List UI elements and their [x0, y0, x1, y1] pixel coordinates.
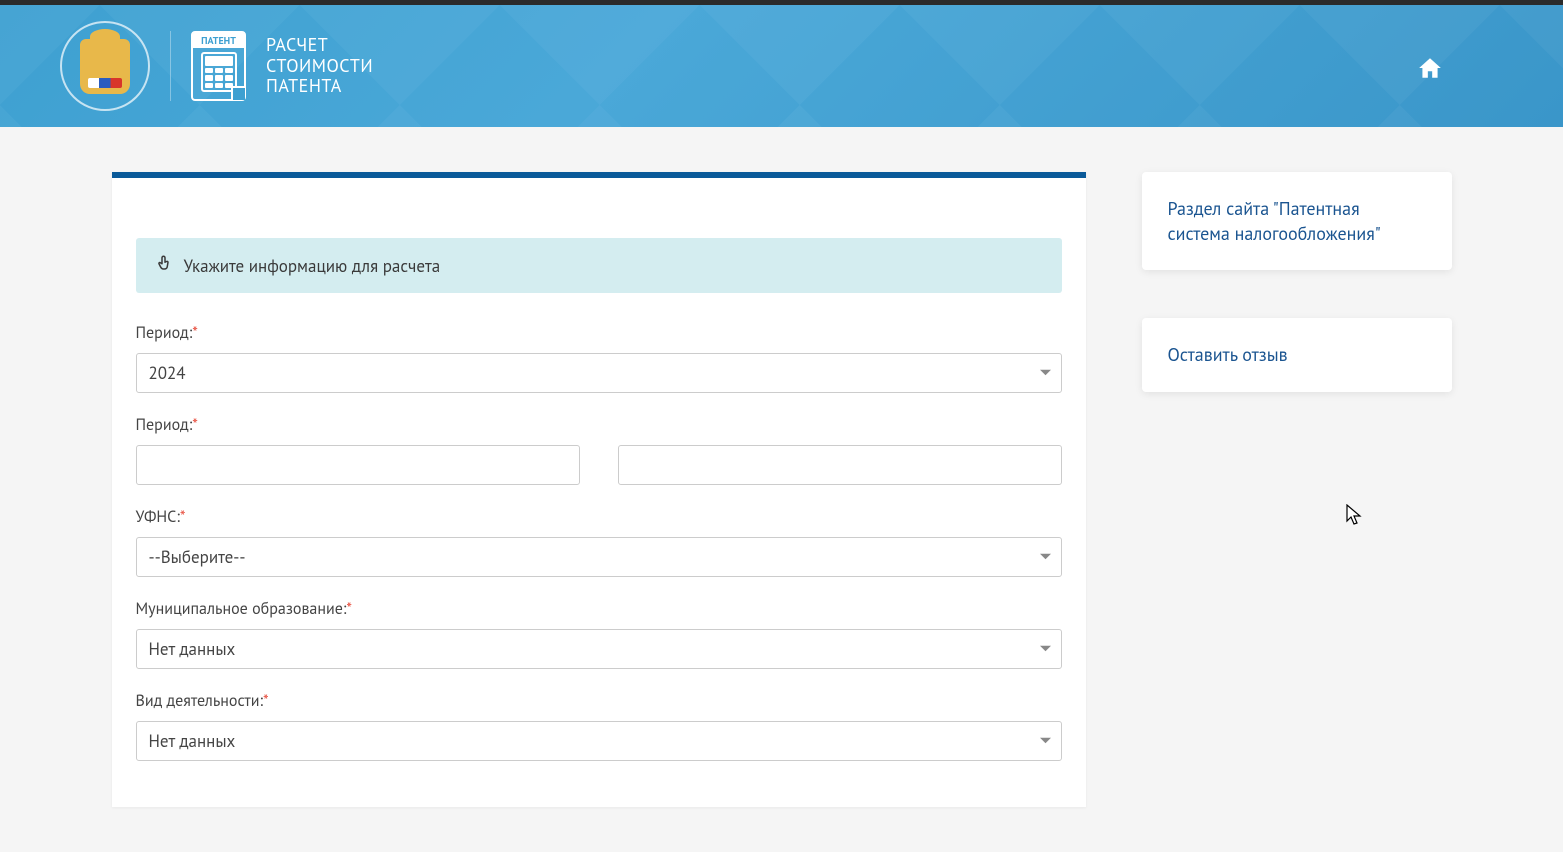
- fns-emblem[interactable]: [60, 21, 150, 111]
- field-period-range: Период:*: [136, 415, 1062, 485]
- info-banner: Укажите информацию для расчета: [136, 238, 1062, 293]
- side-card-patent-link: Раздел сайта "Патентная система налогооб…: [1142, 172, 1452, 270]
- select-ufns[interactable]: --Выберите--: [136, 537, 1062, 577]
- link-feedback[interactable]: Оставить отзыв: [1168, 343, 1288, 366]
- select-activity[interactable]: Нет данных: [136, 721, 1062, 761]
- select-value: --Выберите--: [149, 546, 246, 568]
- banner-text: Укажите информацию для расчета: [184, 255, 441, 277]
- field-municipality: Муниципальное образование:* Нет данных: [136, 599, 1062, 669]
- patent-badge-icon: ПАТЕНТ: [191, 31, 246, 101]
- input-period-to[interactable]: [618, 445, 1062, 485]
- label-period-year: Период:*: [136, 323, 1062, 343]
- main-card: Укажите информацию для расчета Период:* …: [112, 172, 1086, 807]
- title-line: ПАТЕНТА: [266, 76, 373, 97]
- title-line: РАСЧЕТ: [266, 35, 373, 56]
- vertical-divider: [170, 31, 171, 101]
- label-municipality: Муниципальное образование:*: [136, 599, 1062, 619]
- side-card-feedback: Оставить отзыв: [1142, 318, 1452, 391]
- field-period-year: Период:* 2024: [136, 323, 1062, 393]
- chevron-down-icon: [1040, 368, 1051, 379]
- required-mark: *: [180, 507, 186, 527]
- select-municipality[interactable]: Нет данных: [136, 629, 1062, 669]
- logo-group: ПАТЕНТ РАСЧЕТ СТОИМОСТИ ПАТЕНТА: [60, 21, 373, 111]
- page-header: ПАТЕНТ РАСЧЕТ СТОИМОСТИ ПАТЕНТА: [0, 5, 1563, 127]
- chevron-down-icon: [1040, 736, 1051, 747]
- field-ufns: УФНС:* --Выберите--: [136, 507, 1062, 577]
- link-patent-section[interactable]: Раздел сайта "Патентная система налогооб…: [1168, 197, 1381, 245]
- chevron-down-icon: [1040, 552, 1051, 563]
- label-ufns: УФНС:*: [136, 507, 1062, 527]
- page-title: РАСЧЕТ СТОИМОСТИ ПАТЕНТА: [266, 35, 373, 97]
- select-period-year[interactable]: 2024: [136, 353, 1062, 393]
- patent-badge-label: ПАТЕНТ: [193, 33, 244, 48]
- select-value: Нет данных: [149, 638, 236, 660]
- home-icon[interactable]: [1417, 55, 1443, 89]
- required-mark: *: [192, 323, 198, 343]
- required-mark: *: [346, 599, 352, 619]
- label-activity: Вид деятельности:*: [136, 691, 1062, 711]
- field-activity: Вид деятельности:* Нет данных: [136, 691, 1062, 761]
- required-mark: *: [263, 691, 269, 711]
- label-period-range: Период:*: [136, 415, 1062, 435]
- page-container: Укажите информацию для расчета Период:* …: [52, 127, 1512, 852]
- required-mark: *: [192, 415, 198, 435]
- sidebar: Раздел сайта "Патентная система налогооб…: [1142, 172, 1452, 392]
- select-value: 2024: [149, 362, 186, 384]
- calc-form: Укажите информацию для расчета Период:* …: [112, 178, 1086, 807]
- pointer-icon: [156, 254, 174, 277]
- chevron-down-icon: [1040, 644, 1051, 655]
- select-value: Нет данных: [149, 730, 236, 752]
- input-period-from[interactable]: [136, 445, 580, 485]
- title-line: СТОИМОСТИ: [266, 56, 373, 77]
